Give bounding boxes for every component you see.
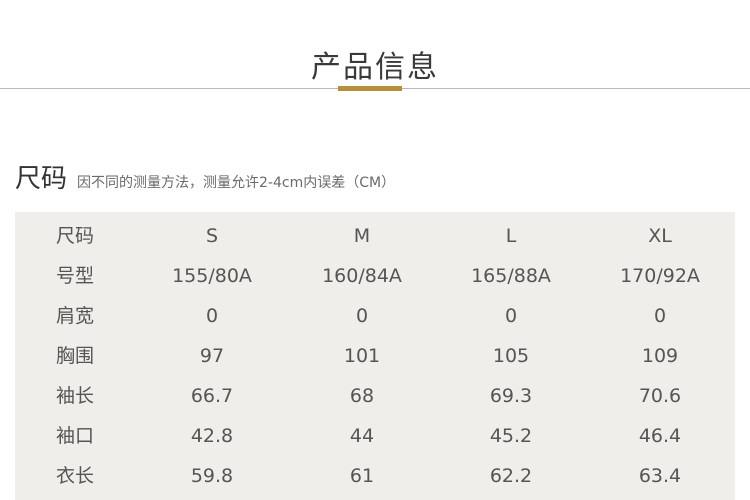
table-header-size: S	[205, 225, 219, 247]
table-cell: 165/88A	[471, 265, 551, 287]
row-label: 袖口	[56, 425, 95, 447]
table-row: 袖口 42.8 44 45.2 46.4	[15, 416, 735, 456]
table-row: 袖长 66.7 68 69.3 70.6	[15, 376, 735, 416]
table-cell: 170/92A	[620, 265, 700, 287]
table-cell: 0	[205, 305, 219, 327]
row-label: 袖长	[56, 385, 95, 407]
table-cell: 0	[504, 305, 518, 327]
row-label: 衣长	[56, 465, 95, 487]
product-info-page: 产品信息 尺码 因不同的测量方法，测量允许2-4cm内误差（CM） 尺码 S M…	[0, 0, 750, 500]
table-cell: 105	[492, 345, 530, 367]
title-accent-bar	[338, 86, 402, 91]
table-cell: 101	[343, 345, 381, 367]
size-heading-title: 尺码	[15, 164, 68, 194]
table-cell: 59.8	[190, 465, 234, 487]
table-cell: 44	[349, 425, 375, 447]
table-row: 衣长 59.8 61 62.2 63.4	[15, 456, 735, 496]
table-cell: 0	[355, 305, 369, 327]
table-cell: 69.3	[489, 385, 533, 407]
table-cell: 63.4	[638, 465, 682, 487]
table-row: 号型 155/80A 160/84A 165/88A 170/92A	[15, 256, 735, 296]
table-cell: 70.6	[638, 385, 682, 407]
size-table: 尺码 S M L XL 号型 155/80A 160/84A 165/88A 1…	[15, 212, 735, 500]
table-cell: 42.8	[190, 425, 234, 447]
table-row: 肩宽 0 0 0 0	[15, 296, 735, 336]
table-header-size: XL	[648, 225, 672, 247]
table-cell: 109	[641, 345, 679, 367]
table-cell: 68	[349, 385, 375, 407]
size-heading: 尺码 因不同的测量方法，测量允许2-4cm内误差（CM）	[15, 158, 395, 195]
table-cell: 62.2	[489, 465, 533, 487]
table-cell: 61	[349, 465, 375, 487]
table-cell: 45.2	[489, 425, 533, 447]
table-cell: 46.4	[638, 425, 682, 447]
table-header-size: M	[353, 225, 371, 247]
row-label: 胸围	[56, 345, 95, 367]
table-cell: 155/80A	[172, 265, 252, 287]
row-label: 号型	[56, 265, 95, 287]
table-cell: 160/84A	[322, 265, 402, 287]
table-cell: 66.7	[190, 385, 234, 407]
section-title: 产品信息	[311, 50, 439, 85]
table-header-label: 尺码	[56, 225, 95, 247]
table-row: 胸围 97 101 105 109	[15, 336, 735, 376]
row-label: 肩宽	[56, 305, 95, 327]
size-heading-note: 因不同的测量方法，测量允许2-4cm内误差（CM）	[77, 175, 396, 191]
table-cell: 97	[199, 345, 225, 367]
table-header-size: L	[505, 225, 517, 247]
table-cell: 0	[653, 305, 667, 327]
table-header-row: 尺码 S M L XL	[15, 216, 735, 256]
